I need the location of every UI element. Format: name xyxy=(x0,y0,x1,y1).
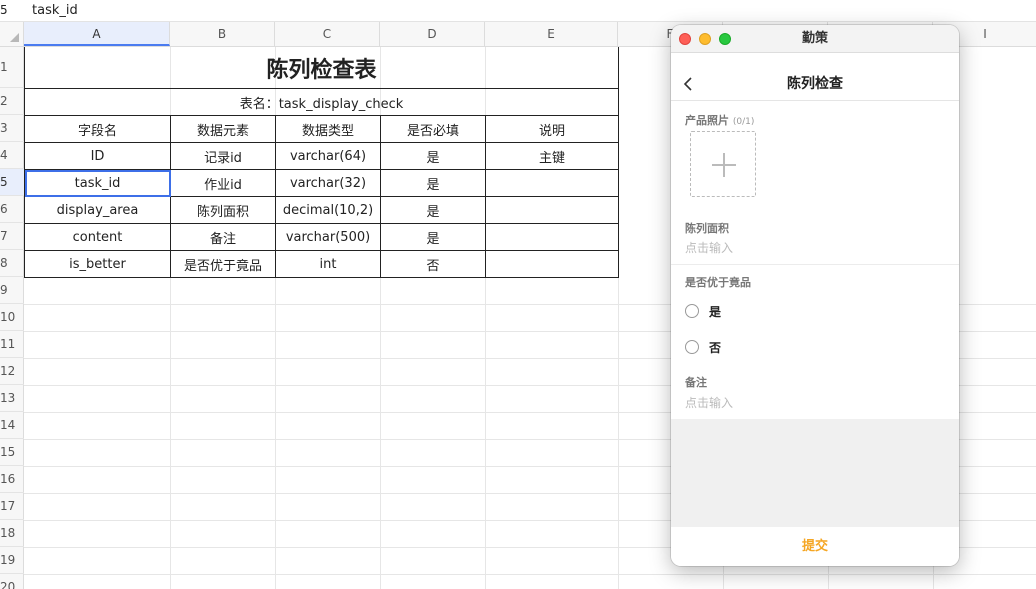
better-label: 是否优于竟品 xyxy=(685,276,751,289)
header-cell[interactable]: 数据元素 xyxy=(171,116,276,143)
table-cell[interactable]: 是否优于竟品 xyxy=(171,251,276,278)
table-cell[interactable]: varchar(500) xyxy=(276,224,381,251)
row-header-17[interactable]: 17 xyxy=(0,493,24,520)
table-cell[interactable]: 记录id xyxy=(171,143,276,170)
row-header-6[interactable]: 6 xyxy=(0,196,24,223)
row-header-12[interactable]: 12 xyxy=(0,358,24,385)
header-cell[interactable]: 是否必填 xyxy=(381,116,486,143)
row-header-10[interactable]: 10 xyxy=(0,304,24,331)
window-titlebar[interactable]: 勤策 xyxy=(671,25,959,53)
table-cell[interactable]: 是 xyxy=(381,170,486,197)
row-header-7[interactable]: 7 xyxy=(0,223,24,250)
table-cell[interactable]: 是 xyxy=(381,143,486,170)
table-cell[interactable]: varchar(64) xyxy=(276,143,381,170)
table-cell[interactable]: 是 xyxy=(381,224,486,251)
table-cell[interactable]: 否 xyxy=(381,251,486,278)
row-header-3[interactable]: 3 xyxy=(0,115,24,142)
row-header-5[interactable]: 5 xyxy=(0,169,24,196)
window-title: 勤策 xyxy=(801,31,828,46)
column-header-c[interactable]: C xyxy=(275,22,380,46)
row-header-8[interactable]: 8 xyxy=(0,250,24,277)
radio-yes[interactable] xyxy=(685,304,699,318)
table-cell[interactable]: 作业id xyxy=(171,170,276,197)
table-name-cell[interactable]: 表名：task_display_check xyxy=(25,89,619,116)
row-header-20[interactable]: 20 xyxy=(0,574,24,589)
table-cell[interactable]: 是 xyxy=(381,197,486,224)
radio-no-label[interactable]: 否 xyxy=(709,339,721,356)
header-cell[interactable]: 说明 xyxy=(486,116,619,143)
header-cell[interactable]: 字段名 xyxy=(25,116,171,143)
area-input[interactable]: 点击输入 xyxy=(685,239,733,256)
row-header-4[interactable]: 4 xyxy=(0,142,24,169)
formula-bar-row-ref: 5 xyxy=(0,3,8,17)
table-cell[interactable]: display_area xyxy=(25,197,171,224)
table-cell[interactable] xyxy=(486,251,619,278)
column-header-d[interactable]: D xyxy=(380,22,485,46)
photo-label-text: 产品照片 xyxy=(685,114,729,127)
header-cell[interactable]: 数据类型 xyxy=(276,116,381,143)
table-cell[interactable]: ID xyxy=(25,143,171,170)
divider xyxy=(671,264,959,265)
table-cell[interactable] xyxy=(486,197,619,224)
nav-title: 陈列检查 xyxy=(787,76,843,92)
field-definition-table: 陈列检查表 表名：task_display_check 字段名 数据元素 数据类… xyxy=(24,47,619,278)
row-header-19[interactable]: 19 xyxy=(0,547,24,574)
table-cell[interactable]: is_better xyxy=(25,251,171,278)
formula-bar: 5 task_id xyxy=(0,0,1036,22)
selected-cell[interactable]: task_id xyxy=(25,170,171,197)
row-header-14[interactable]: 14 xyxy=(0,412,24,439)
table-cell[interactable] xyxy=(486,170,619,197)
select-all-corner[interactable] xyxy=(0,22,24,46)
row-header-1[interactable]: 1 xyxy=(0,47,24,88)
table-cell[interactable]: int xyxy=(276,251,381,278)
table-cell[interactable]: 主键 xyxy=(486,143,619,170)
app-window: 勤策 陈列检查 产品照片 (0/1) 陈列面积 点击输入 是否优于竟品 是 否 … xyxy=(671,25,959,566)
table-cell[interactable]: decimal(10,2) xyxy=(276,197,381,224)
column-header-a[interactable]: A xyxy=(24,22,170,46)
row-header: 1 2 3 4 5 6 7 8 9 10 11 12 13 14 15 16 1… xyxy=(0,47,24,589)
row-header-9[interactable]: 9 xyxy=(0,277,24,304)
row-header-18[interactable]: 18 xyxy=(0,520,24,547)
table-cell[interactable]: varchar(32) xyxy=(276,170,381,197)
row-header-13[interactable]: 13 xyxy=(0,385,24,412)
row-header-16[interactable]: 16 xyxy=(0,466,24,493)
empty-area xyxy=(671,419,959,527)
photo-count: (0/1) xyxy=(732,117,755,127)
table-cell[interactable]: content xyxy=(25,224,171,251)
column-header-b[interactable]: B xyxy=(170,22,275,46)
table-cell[interactable]: 陈列面积 xyxy=(171,197,276,224)
area-label: 陈列面积 xyxy=(685,222,729,235)
remark-input[interactable]: 点击输入 xyxy=(685,394,733,411)
nav-bar: 陈列检查 xyxy=(671,67,959,101)
row-header-15[interactable]: 15 xyxy=(0,439,24,466)
sheet-title[interactable]: 陈列检查表 xyxy=(25,47,619,89)
table-cell[interactable] xyxy=(486,224,619,251)
table-cell[interactable]: 备注 xyxy=(171,224,276,251)
photo-upload-button[interactable] xyxy=(690,131,756,197)
radio-yes-label[interactable]: 是 xyxy=(709,303,721,320)
column-header-e[interactable]: E xyxy=(485,22,618,46)
formula-bar-value[interactable]: task_id xyxy=(32,3,78,18)
radio-no[interactable] xyxy=(685,340,699,354)
remark-label: 备注 xyxy=(685,376,707,389)
row-header-11[interactable]: 11 xyxy=(0,331,24,358)
photo-label: 产品照片 (0/1) xyxy=(685,112,754,128)
submit-button[interactable]: 提交 xyxy=(671,527,959,566)
row-header-2[interactable]: 2 xyxy=(0,88,24,115)
